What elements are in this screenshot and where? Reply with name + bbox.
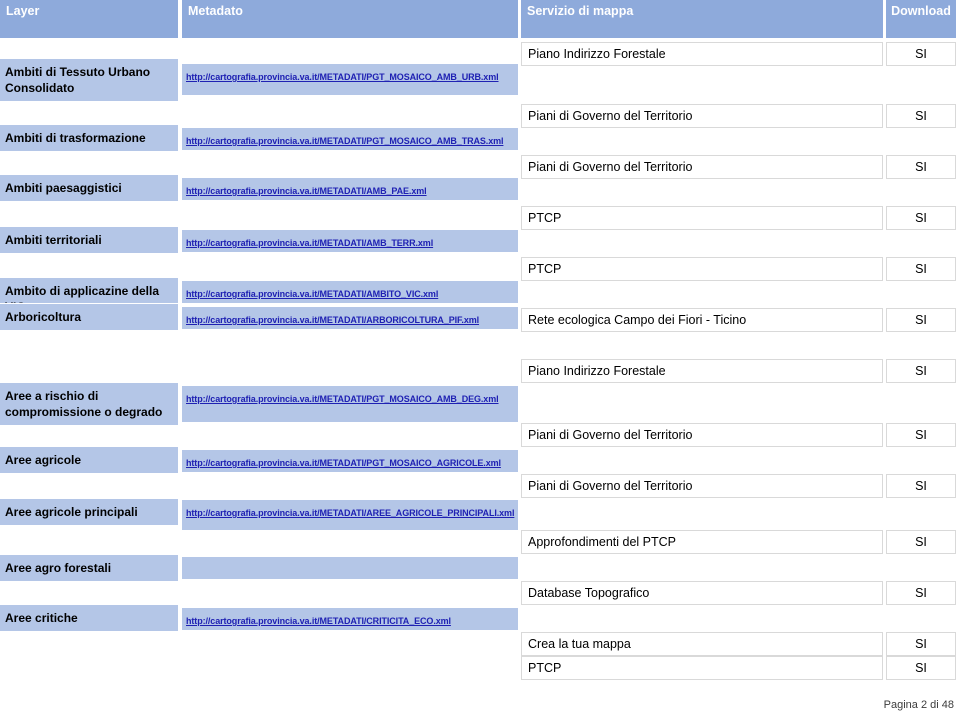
metadata-cell: http://cartografia.provincia.va.it/METAD… (182, 385, 518, 423)
download-cell: SI (886, 155, 956, 179)
download-cell: SI (886, 359, 956, 383)
download-cell: SI (886, 632, 956, 656)
metadata-cell: http://cartografia.provincia.va.it/METAD… (182, 449, 518, 473)
column-header-layer: Layer (0, 0, 178, 38)
service-cell: PTCP (521, 656, 883, 680)
service-cell: Piano Indirizzo Forestale (521, 359, 883, 383)
download-cell: SI (886, 257, 956, 281)
layer-name-cell: Aree agricole (0, 446, 178, 474)
layer-name-cell: Arboricoltura (0, 303, 178, 331)
metadata-cell: http://cartografia.provincia.va.it/METAD… (182, 63, 518, 96)
service-cell: Piani di Governo del Territorio (521, 155, 883, 179)
layer-name-cell: Ambiti di trasformazione (0, 124, 178, 152)
metadata-link[interactable]: http://cartografia.provincia.va.it/METAD… (186, 238, 433, 248)
layer-name-cell: Ambito di applicazine della VIC (0, 277, 178, 314)
service-cell: PTCP (521, 206, 883, 230)
metadata-cell: http://cartografia.provincia.va.it/METAD… (182, 229, 518, 253)
metadata-link[interactable]: http://cartografia.provincia.va.it/METAD… (186, 136, 504, 146)
column-header-download: Download (886, 0, 956, 38)
download-cell: SI (886, 656, 956, 680)
download-cell: SI (886, 581, 956, 605)
download-cell: SI (886, 474, 956, 498)
metadata-link[interactable]: http://cartografia.provincia.va.it/METAD… (186, 508, 514, 518)
service-cell: Piani di Governo del Territorio (521, 104, 883, 128)
metadata-cell: http://cartografia.provincia.va.it/METAD… (182, 607, 518, 631)
service-cell: Approfondimenti del PTCP (521, 530, 883, 554)
column-header-servizio-di-mappa: Servizio di mappa (521, 0, 883, 38)
metadata-link[interactable]: http://cartografia.provincia.va.it/METAD… (186, 458, 501, 468)
service-cell: Rete ecologica Campo dei Fiori - Ticino (521, 308, 883, 332)
metadata-link[interactable]: http://cartografia.provincia.va.it/METAD… (186, 289, 438, 299)
metadata-link[interactable]: http://cartografia.provincia.va.it/METAD… (186, 394, 499, 404)
layer-name-cell: Aree critiche (0, 604, 178, 632)
service-cell: Piano Indirizzo Forestale (521, 42, 883, 66)
layer-name-cell: Aree agro forestali (0, 554, 178, 582)
metadata-cell: http://cartografia.provincia.va.it/METAD… (182, 280, 518, 304)
metadata-cell: http://cartografia.provincia.va.it/METAD… (182, 127, 518, 151)
service-cell: Piani di Governo del Territorio (521, 423, 883, 447)
download-cell: SI (886, 104, 956, 128)
metadata-cell: http://cartografia.provincia.va.it/METAD… (182, 177, 518, 201)
service-cell: Crea la tua mappa (521, 632, 883, 656)
service-cell: PTCP (521, 257, 883, 281)
service-cell: Piani di Governo del Territorio (521, 474, 883, 498)
page-footer: Pagina 2 di 48 (883, 699, 954, 711)
column-header-metadato: Metadato (182, 0, 518, 38)
service-cell: Database Topografico (521, 581, 883, 605)
layer-name-cell: Ambiti di Tessuto Urbano Consolidato (0, 58, 178, 102)
metadata-link[interactable]: http://cartografia.provincia.va.it/METAD… (186, 186, 427, 196)
download-cell: SI (886, 423, 956, 447)
metadata-cell (182, 556, 518, 580)
layer-name-cell: Ambiti paesaggistici (0, 174, 178, 202)
metadata-link[interactable]: http://cartografia.provincia.va.it/METAD… (186, 616, 451, 626)
download-cell: SI (886, 42, 956, 66)
layer-name-cell: Aree agricole principali (0, 498, 178, 526)
metadata-link[interactable]: http://cartografia.provincia.va.it/METAD… (186, 72, 499, 82)
download-cell: SI (886, 308, 956, 332)
metadata-link[interactable]: http://cartografia.provincia.va.it/METAD… (186, 315, 479, 325)
layer-name-cell: Aree a rischio di compromissione o degra… (0, 382, 178, 426)
layer-name-cell: Ambiti territoriali (0, 226, 178, 254)
metadata-cell: http://cartografia.provincia.va.it/METAD… (182, 499, 518, 531)
metadata-cell: http://cartografia.provincia.va.it/METAD… (182, 306, 518, 330)
download-cell: SI (886, 530, 956, 554)
download-cell: SI (886, 206, 956, 230)
